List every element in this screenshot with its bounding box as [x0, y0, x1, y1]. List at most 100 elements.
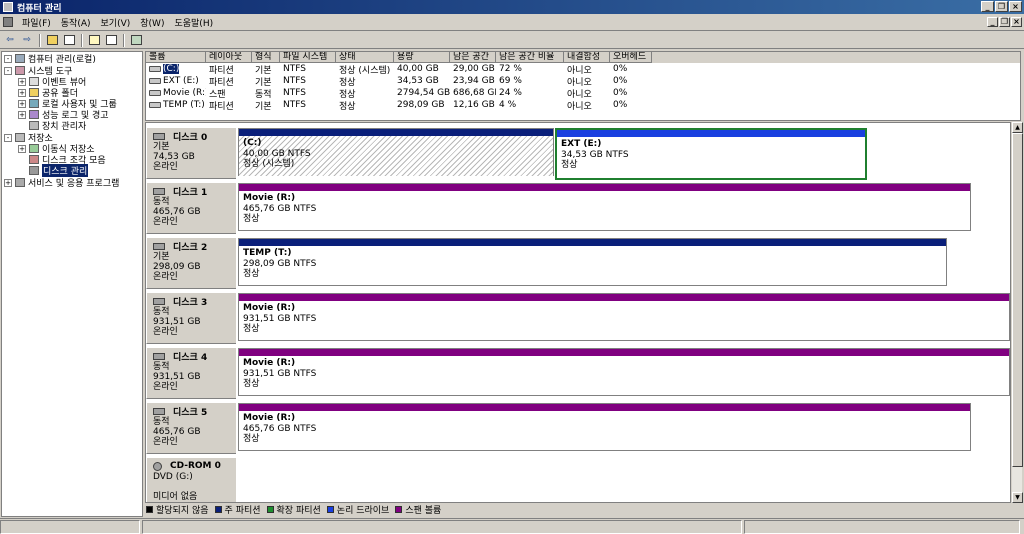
disk-label[interactable]: 디스크 4 동적 931,51 GB 온라인: [146, 347, 236, 399]
cdrom-drive: DVD (G:): [153, 472, 193, 482]
cdrom-row: CD-ROM 0 DVD (G:) 미디어 없음: [146, 455, 1010, 502]
partition-block[interactable]: Movie (R:) 931,51 GB NTFS 정상: [238, 293, 1010, 341]
file-system-cell: NTFS: [283, 76, 306, 86]
partition-state: 정상: [243, 324, 260, 334]
partition-state: 정상: [243, 269, 260, 279]
partition-color-bar: [557, 130, 865, 137]
disk-label[interactable]: 디스크 0 기본 74,53 GB 온라인: [146, 127, 236, 179]
expand-icon[interactable]: +: [18, 99, 26, 108]
back-arrow-icon[interactable]: ⇦: [3, 34, 17, 47]
disk-name: 디스크 2: [173, 242, 208, 253]
disk-status: 온라인: [153, 217, 178, 227]
column-header-layout[interactable]: 레이아웃: [206, 52, 252, 63]
legend-swatch: [214, 506, 222, 513]
partition-block[interactable]: Movie (R:) 465,76 GB NTFS 정상: [238, 183, 971, 231]
column-header-free-space[interactable]: 남은 공간: [450, 52, 496, 63]
collapse-icon[interactable]: -: [4, 66, 12, 75]
tree-item-computer-management[interactable]: - 컴퓨터 관리(로컬): [4, 53, 96, 65]
disk-label[interactable]: 디스크 2 기본 298,09 GB 온라인: [146, 237, 236, 289]
volume-cell: EXT (E:): [146, 76, 206, 86]
table-row[interactable]: Movie (R:) 스팬 동적 NTFS 정상 2794,54 GB 686,…: [146, 87, 1020, 100]
capacity-cell: 298,09 GB: [397, 100, 445, 110]
menu-file[interactable]: 파일(F): [17, 16, 56, 29]
partition-block[interactable]: (C:) 40,00 GB NTFS 정상 (시스템): [238, 128, 554, 176]
disk-status: 온라인: [153, 327, 178, 337]
show-hide-tree-icon[interactable]: [62, 34, 76, 47]
scroll-thumb[interactable]: [1012, 133, 1023, 467]
menu-view[interactable]: 보기(V): [96, 16, 136, 29]
column-header-volume[interactable]: 볼륨: [146, 52, 206, 63]
help-icon[interactable]: [87, 34, 101, 47]
maximize-button[interactable]: ❐: [995, 1, 1008, 12]
up-folder-icon[interactable]: [45, 34, 59, 47]
disk-row-4: 디스크 4 동적 931,51 GB 온라인 Movie (R:) 931,51…: [146, 345, 1010, 399]
partition-block[interactable]: Movie (R:) 931,51 GB NTFS 정상: [238, 348, 1010, 396]
partition-detail: 465,76 GB NTFS: [243, 424, 317, 434]
partition-block[interactable]: TEMP (T:) 298,09 GB NTFS 정상: [238, 238, 947, 286]
disk-type: 기본: [153, 142, 170, 152]
legend-swatch: [146, 506, 153, 513]
mdi-restore-button[interactable]: ❐: [999, 17, 1010, 27]
status-pane: [0, 520, 140, 534]
free-space-cell: 686,68 GB: [453, 88, 496, 98]
cdrom-label[interactable]: CD-ROM 0 DVD (G:) 미디어 없음: [146, 457, 236, 502]
partition-block[interactable]: Movie (R:) 465,76 GB NTFS 정상: [238, 403, 971, 451]
table-row[interactable]: EXT (E:) 파티션 기본 NTFS 정상 34,53 GB 23,94 G…: [146, 75, 1020, 88]
table-row[interactable]: TEMP (T:) 파티션 기본 NTFS 정상 298,09 GB 12,16…: [146, 99, 1020, 112]
percent-free-cell: 69 %: [499, 76, 522, 86]
partition-name: Movie (R:): [243, 358, 296, 368]
tree-item-device-manager[interactable]: 장치 관리자: [18, 120, 86, 132]
storage-icon: [15, 133, 25, 142]
column-header-percent-free[interactable]: 남은 공간 비율: [496, 52, 564, 63]
partition-color-bar: [239, 404, 970, 411]
defrag-icon: [29, 155, 39, 164]
expand-icon[interactable]: +: [4, 178, 12, 187]
expand-icon[interactable]: +: [18, 144, 26, 153]
scroll-down-button[interactable]: ▼: [1012, 492, 1023, 503]
file-system-cell: NTFS: [283, 100, 306, 110]
column-header-status[interactable]: 상태: [336, 52, 394, 63]
file-system-cell: NTFS: [283, 64, 306, 74]
menu-window[interactable]: 창(W): [135, 16, 169, 29]
partition-color-bar: [239, 239, 946, 246]
collapse-icon[interactable]: -: [4, 54, 12, 63]
scroll-up-button[interactable]: ▲: [1012, 122, 1023, 133]
snap-in-icon[interactable]: [129, 34, 143, 47]
expand-icon[interactable]: +: [18, 88, 26, 97]
overhead-cell: 0%: [613, 88, 628, 98]
tree-item-disk-management[interactable]: 디스크 관리: [18, 164, 89, 177]
tree-item-services[interactable]: + 서비스 및 응용 프로그램: [4, 177, 119, 189]
mdi-system-menu-icon[interactable]: [3, 17, 13, 27]
legend-label: 스팬 볼륨: [405, 506, 442, 516]
column-header-overhead[interactable]: 오버헤드: [610, 52, 652, 63]
window-title: 컴퓨터 관리: [17, 3, 62, 14]
table-row[interactable]: (C:) 파티션 기본 NTFS 정상 (시스템) 40,00 GB 29,00…: [146, 63, 1020, 76]
column-header-type[interactable]: 형식: [252, 52, 280, 63]
column-header-fault-tolerance[interactable]: 내결함성: [564, 52, 610, 63]
disk-label[interactable]: 디스크 3 동적 931,51 GB 온라인: [146, 292, 236, 344]
menu-help[interactable]: 도움말(H): [169, 16, 218, 29]
menu-action[interactable]: 동작(A): [56, 16, 96, 29]
overhead-cell: 0%: [613, 64, 628, 74]
column-header-capacity[interactable]: 용량: [394, 52, 450, 63]
drive-icon: [149, 78, 161, 84]
expand-icon[interactable]: +: [18, 110, 26, 119]
disk-label[interactable]: 디스크 5 동적 465,76 GB 온라인: [146, 402, 236, 454]
volume-list: 볼륨 레이아웃 형식 파일 시스템 상태 용량 남은 공간 남은 공간 비율 내…: [145, 51, 1021, 121]
mdi-close-button[interactable]: ×: [1011, 17, 1022, 27]
volume-cell: (C:): [146, 64, 206, 74]
partition-block-selected[interactable]: EXT (E:) 34,53 GB NTFS 정상: [555, 128, 867, 180]
disk-label[interactable]: 디스크 1 동적 465,76 GB 온라인: [146, 182, 236, 234]
vertical-scrollbar[interactable]: ▲ ▼: [1011, 122, 1023, 503]
properties-icon[interactable]: [104, 34, 118, 47]
forward-arrow-icon[interactable]: ⇨: [20, 34, 34, 47]
volume-list-header: 볼륨 레이아웃 형식 파일 시스템 상태 용량 남은 공간 남은 공간 비율 내…: [146, 52, 1020, 63]
minimize-button[interactable]: _: [981, 1, 994, 12]
mdi-minimize-button[interactable]: _: [987, 17, 998, 27]
close-button[interactable]: ×: [1009, 1, 1022, 12]
expand-icon[interactable]: +: [18, 77, 26, 86]
disk-name: 디스크 4: [173, 352, 208, 363]
collapse-icon[interactable]: -: [4, 133, 12, 142]
partition-detail: 298,09 GB NTFS: [243, 259, 317, 269]
column-header-file-system[interactable]: 파일 시스템: [280, 52, 336, 63]
